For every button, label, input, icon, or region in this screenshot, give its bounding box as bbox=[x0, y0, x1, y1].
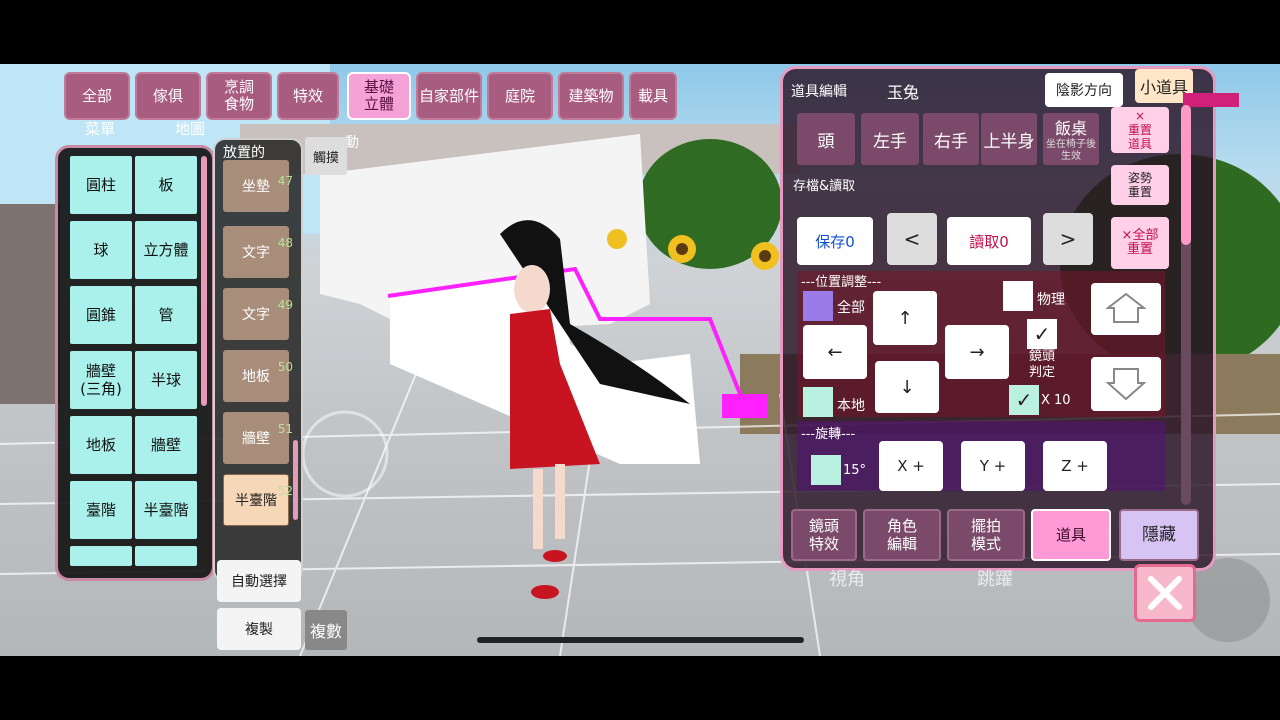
move-backward-button[interactable] bbox=[1091, 357, 1161, 411]
attach-head-button[interactable]: 頭 bbox=[797, 113, 855, 165]
placed-item-number: 48 bbox=[277, 236, 293, 250]
tab-pose-mode[interactable]: 擺拍 模式 bbox=[947, 509, 1025, 561]
category-buildings[interactable]: 建築物 bbox=[558, 72, 624, 120]
item-editor-panel: 道具編輯 玉兔 陰影方向 0 小道具 頭 左手 右手 上半身 飯桌 坐在椅子後 … bbox=[780, 66, 1239, 571]
shape-partial[interactable] bbox=[135, 546, 197, 566]
placed-item-number: 50 bbox=[277, 360, 293, 374]
editor-title: 道具編輯 bbox=[791, 84, 847, 100]
placed-item[interactable]: 文字 bbox=[223, 226, 289, 278]
counter-zero: 0 bbox=[1111, 91, 1119, 105]
next-slot-button[interactable]: > bbox=[1043, 213, 1093, 265]
shape-cylinder[interactable]: 圓柱 bbox=[70, 156, 132, 214]
camera-judge-label: 鏡頭 判定 bbox=[1029, 349, 1056, 380]
local-label: 本地 bbox=[837, 398, 865, 414]
deg-checkbox[interactable] bbox=[811, 455, 841, 485]
category-effects[interactable]: 特效 bbox=[277, 72, 339, 120]
jump-ghost-label: 跳躍 bbox=[977, 569, 1013, 590]
placed-items-panel: 放置的 坐墊 47 文字 48 文字 49 地板 50 牆壁 51 半臺階 52 bbox=[213, 138, 303, 582]
shape-cone[interactable]: 圓錐 bbox=[70, 286, 132, 344]
shape-sphere[interactable]: 球 bbox=[70, 221, 132, 279]
shape-panel: 圓柱 板 球 立方體 圓錐 管 牆壁 (三角) 半球 地板 牆壁 臺階 半臺階 bbox=[55, 145, 215, 581]
touch-button[interactable]: 觸摸 bbox=[305, 137, 347, 175]
move-left-button[interactable]: ← bbox=[803, 325, 867, 379]
all-checkbox[interactable] bbox=[803, 291, 833, 321]
local-checkbox[interactable] bbox=[803, 387, 833, 417]
placed-scrollbar[interactable] bbox=[293, 440, 298, 520]
category-all[interactable]: 全部 bbox=[64, 72, 130, 120]
close-icon bbox=[1148, 576, 1182, 610]
backward-arrow-icon bbox=[1106, 368, 1146, 401]
rotate-x-button[interactable]: X + bbox=[879, 441, 943, 491]
placed-item-selected[interactable]: 半臺階 bbox=[223, 474, 289, 526]
deg-label: 15° bbox=[843, 463, 867, 478]
x10-label: X 10 bbox=[1041, 393, 1071, 408]
category-cooking[interactable]: 烹調 食物 bbox=[206, 72, 272, 120]
move-down-button[interactable]: ↓ bbox=[875, 361, 939, 413]
tab-hide[interactable]: 隱藏 bbox=[1119, 509, 1199, 561]
attach-table-button[interactable]: 飯桌 坐在椅子後 生效 bbox=[1043, 113, 1099, 165]
shape-floor[interactable]: 地板 bbox=[70, 416, 132, 474]
position-header: ---位置調整--- bbox=[801, 275, 882, 290]
shape-cube[interactable]: 立方體 bbox=[135, 221, 197, 279]
save-load-label: 存檔&讀取 bbox=[793, 179, 856, 194]
attach-upper-body-button[interactable]: 上半身 bbox=[981, 113, 1037, 165]
placed-item-number: 47 bbox=[277, 174, 293, 188]
character-name: 玉兔 bbox=[887, 83, 920, 102]
shape-triangle-wall[interactable]: 牆壁 (三角) bbox=[70, 351, 132, 409]
table-label: 飯桌 bbox=[1054, 119, 1087, 138]
placed-item[interactable]: 牆壁 bbox=[223, 412, 289, 464]
category-vehicles[interactable]: 載具 bbox=[629, 72, 677, 120]
shape-plate[interactable]: 板 bbox=[135, 156, 197, 214]
tab-character-edit[interactable]: 角色 編輯 bbox=[863, 509, 941, 561]
shape-tube[interactable]: 管 bbox=[135, 286, 197, 344]
placed-item-number: 49 bbox=[277, 298, 293, 312]
attach-right-hand-button[interactable]: 右手 bbox=[923, 113, 979, 165]
move-up-button[interactable]: ↑ bbox=[873, 291, 937, 345]
shape-stairs[interactable]: 臺階 bbox=[70, 481, 132, 539]
rotate-y-button[interactable]: Y + bbox=[961, 441, 1025, 491]
copy-button[interactable]: 複製 bbox=[217, 608, 301, 650]
rotate-z-button[interactable]: Z + bbox=[1043, 441, 1107, 491]
shape-half-stairs[interactable]: 半臺階 bbox=[135, 481, 197, 539]
view-ghost-label: 視角 bbox=[829, 569, 865, 590]
move-right-button[interactable]: → bbox=[945, 325, 1009, 379]
editor-scrollbar-thumb[interactable] bbox=[1181, 105, 1191, 245]
camera-judge-checkbox[interactable]: ✓ bbox=[1027, 319, 1057, 349]
attach-left-hand-button[interactable]: 左手 bbox=[861, 113, 919, 165]
category-yard[interactable]: 庭院 bbox=[487, 72, 553, 120]
load-button[interactable]: 讀取0 bbox=[947, 217, 1031, 265]
category-basic-solids[interactable]: 基礎 立體 bbox=[347, 72, 411, 120]
physics-checkbox[interactable] bbox=[1003, 281, 1033, 311]
category-furniture[interactable]: 傢俱 bbox=[135, 72, 201, 120]
home-indicator[interactable] bbox=[477, 637, 804, 643]
forward-arrow-icon bbox=[1106, 292, 1146, 323]
shape-wall[interactable]: 牆壁 bbox=[135, 416, 197, 474]
move-forward-button[interactable] bbox=[1091, 283, 1161, 335]
reset-all-button[interactable]: ×全部 重置 bbox=[1111, 217, 1169, 269]
prev-slot-button[interactable]: < bbox=[887, 213, 937, 265]
small-item-indicator bbox=[1183, 93, 1239, 107]
category-home-parts[interactable]: 自家部件 bbox=[416, 72, 482, 120]
all-label: 全部 bbox=[837, 300, 865, 316]
placed-item[interactable]: 地板 bbox=[223, 350, 289, 402]
rotation-header: ---旋轉--- bbox=[801, 427, 856, 442]
placed-header: 放置的 bbox=[223, 145, 265, 161]
tab-items[interactable]: 道具 bbox=[1031, 509, 1111, 561]
placed-item-number: 51 bbox=[277, 422, 293, 436]
x10-checkbox[interactable]: ✓ bbox=[1009, 385, 1039, 415]
multi-button[interactable]: 複數 bbox=[305, 610, 347, 650]
close-button[interactable] bbox=[1134, 564, 1196, 622]
shape-partial[interactable] bbox=[70, 546, 132, 566]
reset-item-button[interactable]: × 重置 道具 bbox=[1111, 107, 1169, 153]
shape-hemisphere[interactable]: 半球 bbox=[135, 351, 197, 409]
reset-pose-button[interactable]: 姿勢 重置 bbox=[1111, 165, 1169, 205]
placed-item-number: 52 bbox=[277, 484, 293, 498]
auto-select-button[interactable]: 自動選擇 bbox=[217, 560, 301, 602]
save-button[interactable]: 保存0 bbox=[797, 217, 873, 265]
placed-item[interactable]: 文字 bbox=[223, 288, 289, 340]
physics-label: 物理 bbox=[1037, 292, 1065, 308]
table-note: 坐在椅子後 生效 bbox=[1046, 139, 1096, 162]
shape-scrollbar[interactable] bbox=[201, 156, 207, 406]
tab-camera-effects[interactable]: 鏡頭 特效 bbox=[791, 509, 857, 561]
